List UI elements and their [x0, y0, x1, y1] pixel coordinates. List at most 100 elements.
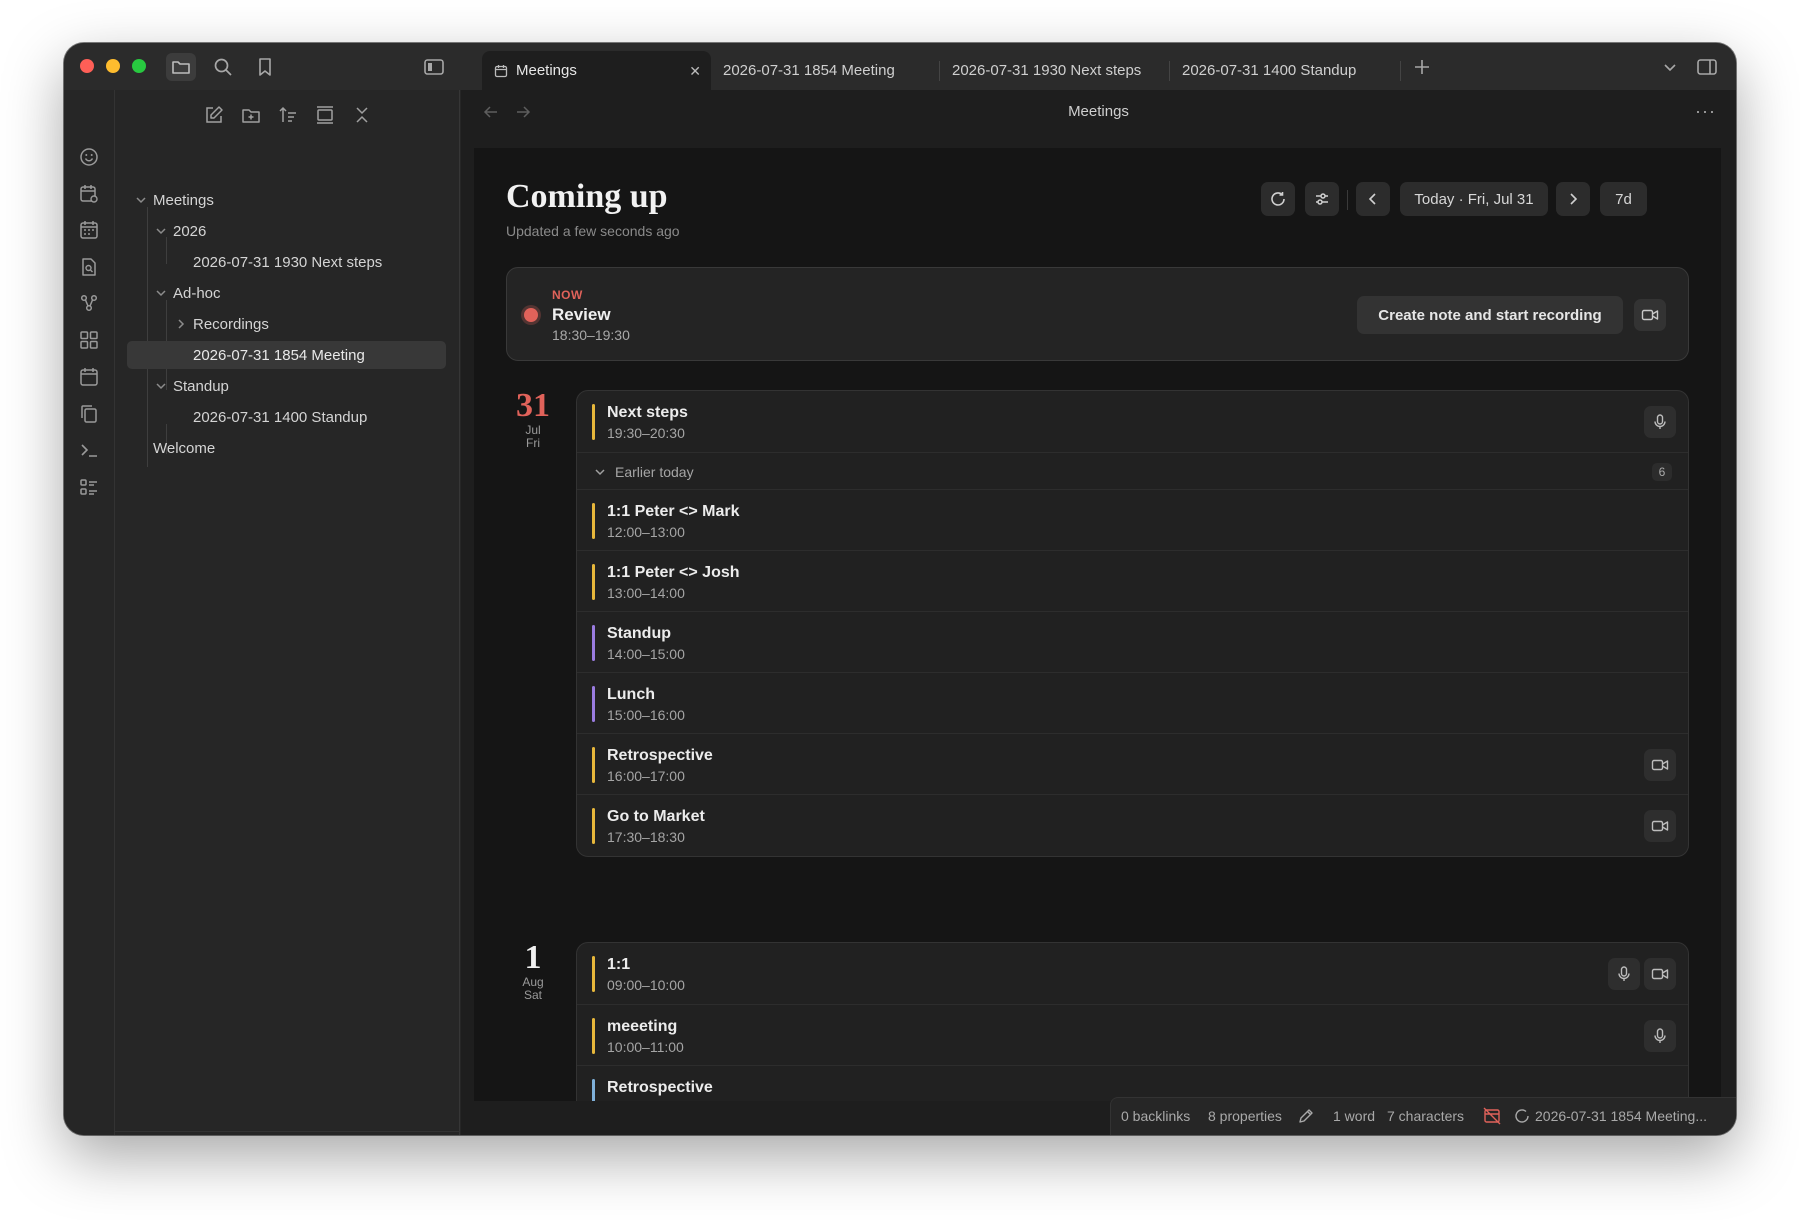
grid-icon[interactable] [78, 329, 100, 351]
event-row[interactable]: 1:1 Peter <> Josh 13:00–14:00 [577, 550, 1688, 611]
event-row[interactable]: Lunch 15:00–16:00 [577, 672, 1688, 733]
sync-icon[interactable] [1514, 1108, 1530, 1124]
new-tab-icon[interactable] [1407, 53, 1437, 81]
event-title: Retrospective [607, 1079, 713, 1096]
edit-pencil-icon[interactable] [1297, 1107, 1315, 1125]
daily-note-icon[interactable] [78, 366, 100, 388]
previous-button[interactable] [1356, 182, 1390, 216]
tree-label: Standup [173, 377, 229, 395]
video-call-button[interactable] [1644, 810, 1676, 842]
day-card-aug-1: 1:1 09:00–10:00 meeeting 10:00–11:00 Ret… [576, 942, 1689, 1101]
video-call-button[interactable] [1644, 958, 1676, 990]
more-options-icon[interactable]: ··· [1695, 101, 1716, 122]
event-row[interactable]: Retrospective 16:00–17:00 [577, 733, 1688, 794]
refresh-button[interactable] [1261, 182, 1295, 216]
tab-label: Meetings [516, 62, 577, 79]
ribbon [64, 90, 115, 1135]
event-color-bar [592, 1018, 595, 1054]
chevron-left-icon [1368, 193, 1376, 205]
properties-count[interactable]: 8 properties [1208, 1108, 1282, 1124]
file-welcome[interactable]: Welcome [127, 434, 447, 462]
event-row[interactable]: Next steps 19:30–20:30 [577, 391, 1688, 452]
event-color-bar [592, 404, 595, 440]
now-event-title[interactable]: Review [552, 305, 611, 325]
event-color-bar [592, 686, 595, 722]
tree-label: Meetings [153, 191, 214, 209]
record-audio-button[interactable] [1644, 1020, 1676, 1052]
file-1854-meeting[interactable]: 2026-07-31 1854 Meeting [127, 341, 446, 369]
graph-icon[interactable] [78, 292, 100, 314]
next-button[interactable] [1556, 182, 1590, 216]
folder-recordings[interactable]: Recordings [127, 310, 447, 338]
minimize-window-button[interactable] [106, 59, 120, 73]
list-icon[interactable] [78, 476, 100, 498]
toggle-right-sidebar-icon[interactable] [1692, 53, 1722, 81]
auto-reveal-icon[interactable] [312, 102, 338, 128]
app-window: Meetings ✕ 2026-07-31 1854 Meeting 2026-… [64, 43, 1736, 1135]
calendar-settings-icon[interactable] [78, 183, 100, 205]
collapse-all-icon[interactable] [349, 102, 375, 128]
folder-standup[interactable]: Standup [127, 372, 447, 400]
record-audio-button[interactable] [1644, 406, 1676, 438]
tree-label: Welcome [153, 439, 216, 457]
video-call-button[interactable] [1644, 749, 1676, 781]
toggle-sidebar-icon[interactable] [419, 53, 449, 81]
tab-1400-standup[interactable]: 2026-07-31 1400 Standup [1170, 51, 1390, 90]
word-count: 1 word [1333, 1108, 1376, 1124]
event-color-bar [592, 956, 595, 992]
event-row[interactable]: Standup 14:00–15:00 [577, 611, 1688, 672]
day-weekday: Sat [523, 988, 542, 1002]
view-title: Meetings [1068, 103, 1129, 120]
record-audio-button[interactable] [1608, 958, 1640, 990]
chevron-down-icon [595, 469, 605, 476]
calendar-icon[interactable] [78, 219, 100, 241]
event-title: 1:1 Peter <> Josh [607, 564, 740, 581]
terminal-icon[interactable] [78, 439, 100, 461]
microphone-icon [1654, 1028, 1666, 1043]
live-indicator [524, 308, 538, 322]
backlinks-count[interactable]: 0 backlinks [1121, 1108, 1190, 1124]
filter-button[interactable] [1305, 182, 1339, 216]
search-icon[interactable] [208, 53, 238, 81]
sync-disabled-icon[interactable] [1483, 1107, 1501, 1125]
bookmark-icon[interactable] [250, 53, 280, 81]
sync-status-file[interactable]: 2026-07-31 1854 Meeting... [1535, 1108, 1707, 1124]
tab-list-chevron-icon[interactable] [1655, 53, 1685, 81]
folder-meetings[interactable]: Meetings [127, 186, 447, 214]
tab-meetings[interactable]: Meetings ✕ [482, 51, 711, 90]
tab-1930-next-steps[interactable]: 2026-07-31 1930 Next steps [940, 51, 1169, 90]
today-button[interactable]: Today · Fri, Jul 31 [1400, 182, 1548, 216]
tab-label: 2026-07-31 1400 Standup [1182, 62, 1357, 79]
new-folder-icon[interactable] [238, 102, 264, 128]
create-note-and-record-button[interactable]: Create note and start recording [1357, 296, 1623, 334]
new-note-icon[interactable] [201, 102, 227, 128]
zoom-window-button[interactable] [132, 59, 146, 73]
event-time: 19:30–20:30 [607, 425, 685, 441]
smile-icon[interactable] [78, 146, 100, 168]
day-marker-jul-31: 31 Jul Fri [506, 388, 560, 450]
range-button[interactable]: 7d [1600, 182, 1647, 216]
file-next-steps[interactable]: 2026-07-31 1930 Next steps [127, 248, 447, 276]
folder-icon[interactable] [166, 53, 196, 81]
event-row[interactable]: 1:1 Peter <> Mark 12:00–13:00 [577, 489, 1688, 550]
event-row[interactable]: 1:1 09:00–10:00 [577, 943, 1688, 1004]
event-row[interactable]: meeeting 10:00–11:00 [577, 1004, 1688, 1065]
tab-label: 2026-07-31 1930 Next steps [952, 62, 1142, 79]
folder-ad-hoc[interactable]: Ad-hoc [127, 279, 447, 307]
day-weekday: Fri [526, 436, 540, 450]
folder-2026[interactable]: 2026 [127, 217, 447, 245]
close-tab-icon[interactable]: ✕ [689, 63, 701, 80]
video-call-button[interactable] [1634, 299, 1666, 331]
file-1400-standup[interactable]: 2026-07-31 1400 Standup [127, 403, 447, 431]
sort-icon[interactable] [275, 102, 301, 128]
event-color-bar [592, 564, 595, 600]
file-search-icon[interactable] [78, 256, 100, 278]
earlier-today-toggle[interactable]: Earlier today 6 [577, 452, 1688, 489]
event-row[interactable]: Go to Market 17:30–18:30 [577, 794, 1688, 855]
close-window-button[interactable] [80, 59, 94, 73]
now-badge: NOW [552, 288, 583, 302]
tab-1854-meeting[interactable]: 2026-07-31 1854 Meeting [711, 51, 939, 90]
event-time: 14:00–15:00 [607, 646, 685, 662]
event-row[interactable]: Retrospective [577, 1065, 1688, 1101]
copy-icon[interactable] [78, 403, 100, 425]
